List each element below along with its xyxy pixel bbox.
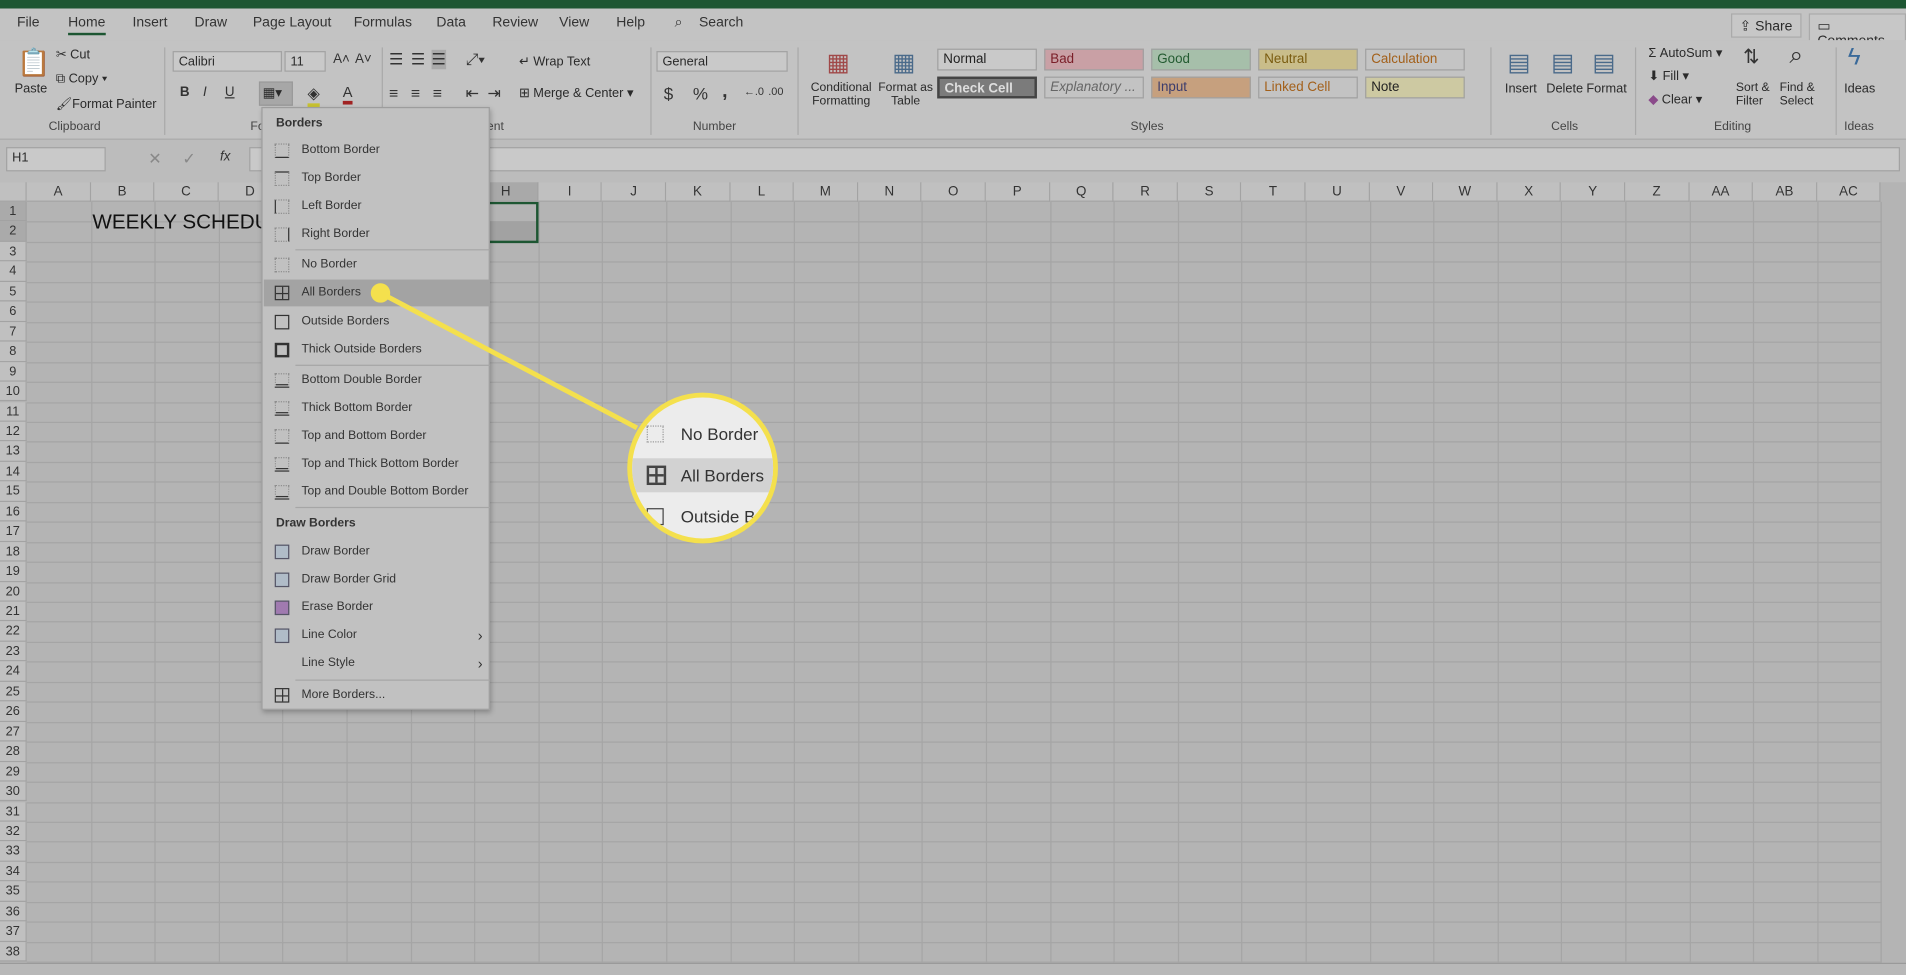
callout-label: No Border <box>680 424 759 444</box>
callout-overlay <box>370 283 639 431</box>
callout-label: All Borders <box>680 465 764 486</box>
all-borders-icon <box>646 465 667 486</box>
callout-item-no-border: No Border <box>632 418 773 450</box>
callout-line <box>379 290 639 431</box>
excel-window: File Home Insert Draw Page Layout Formul… <box>0 0 1906 975</box>
outside-borders-icon <box>646 508 664 526</box>
callout-label: Outside B <box>680 506 756 527</box>
callout-item-all-borders: All Borders <box>632 458 774 493</box>
callout-item-outside-borders: Outside B <box>632 501 773 533</box>
no-border-icon <box>646 425 664 443</box>
zoom-callout: No Border All Borders Outside B <box>627 392 778 544</box>
callout-dot <box>370 283 391 303</box>
